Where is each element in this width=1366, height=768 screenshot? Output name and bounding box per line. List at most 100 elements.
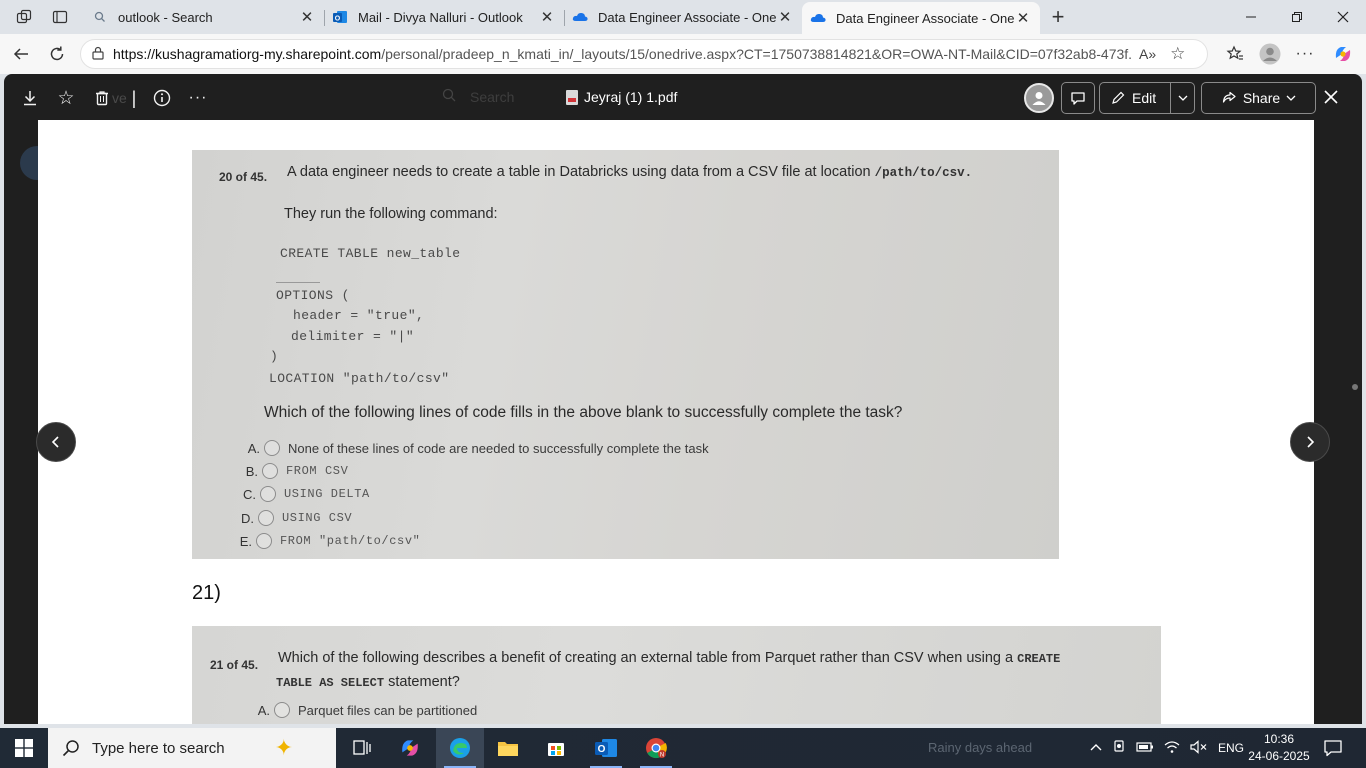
task-view-icon[interactable]: [338, 728, 386, 768]
notifications-icon[interactable]: [1310, 728, 1356, 768]
question-text: Which of the following describes a benef…: [278, 650, 1060, 666]
pencil-icon: [1112, 91, 1125, 104]
file-explorer-icon[interactable]: [484, 728, 532, 768]
question-text: A data engineer needs to create a table …: [287, 164, 972, 180]
close-icon[interactable]: ✕: [1014, 9, 1032, 27]
meet-now-icon[interactable]: [1112, 739, 1126, 757]
scroll-indicator[interactable]: [1352, 384, 1358, 390]
viewer-search[interactable]: Search: [442, 88, 514, 105]
close-icon[interactable]: ✕: [538, 8, 556, 26]
url-text[interactable]: https://kushagramatiorg-my.sharepoint.co…: [113, 46, 1133, 62]
tab-outlook-search[interactable]: outlook - Search ✕: [84, 2, 325, 32]
more-menu-icon[interactable]: ···: [1290, 40, 1320, 68]
tab-title: outlook - Search: [118, 9, 213, 25]
minimize-button[interactable]: [1228, 0, 1274, 34]
question-prompt: Which of the following lines of code fil…: [264, 404, 903, 421]
code-line: delimiter = "|": [291, 329, 415, 344]
separator: |: [131, 87, 137, 108]
lock-icon[interactable]: [91, 46, 105, 63]
radio-button[interactable]: [256, 533, 272, 549]
pdf-file-icon: [566, 89, 578, 105]
close-viewer-icon[interactable]: [1319, 85, 1343, 109]
language-indicator[interactable]: ENG: [1218, 741, 1244, 755]
system-tray: ENG: [1090, 728, 1244, 768]
taskbar-search[interactable]: Type here to search ✦: [48, 728, 336, 768]
tab-onedrive-2[interactable]: Data Engineer Associate - OneDri ✕: [802, 2, 1040, 34]
answer-option-e[interactable]: E. FROM "path/to/csv": [230, 533, 420, 549]
edge-taskbar-icon[interactable]: [436, 728, 484, 768]
weather-widget[interactable]: Rainy days ahead: [928, 740, 1032, 755]
question-stem: A data engineer needs to create a table …: [287, 164, 871, 180]
radio-button[interactable]: [258, 510, 274, 526]
battery-icon[interactable]: [1136, 741, 1154, 756]
question-number: 20 of 45.: [219, 170, 268, 184]
read-aloud-icon[interactable]: A»: [1139, 46, 1156, 62]
close-window-button[interactable]: [1320, 0, 1366, 34]
restore-button[interactable]: [1274, 0, 1320, 34]
radio-button[interactable]: [274, 702, 290, 718]
edit-button[interactable]: Edit: [1099, 82, 1195, 114]
address-bar[interactable]: https://kushagramatiorg-my.sharepoint.co…: [80, 39, 1208, 69]
info-icon[interactable]: [150, 86, 174, 110]
new-tab-button[interactable]: +: [1044, 4, 1072, 30]
section-heading: 21): [192, 582, 221, 604]
answer-option-d[interactable]: D. USING CSV: [232, 510, 352, 526]
wifi-icon[interactable]: [1164, 740, 1180, 757]
option-text: FROM CSV: [286, 464, 349, 478]
radio-button[interactable]: [264, 440, 280, 456]
share-icon: [1222, 91, 1236, 103]
chevron-down-icon[interactable]: [1178, 91, 1188, 108]
refresh-button[interactable]: [42, 40, 72, 68]
search-placeholder: Search: [470, 88, 515, 105]
chrome-taskbar-icon[interactable]: N: [632, 728, 680, 768]
option-text: USING DELTA: [284, 487, 370, 501]
clock[interactable]: 10:36 24-06-2025: [1244, 731, 1314, 765]
more-actions-icon[interactable]: ···: [186, 86, 210, 110]
tab-outlook-mail[interactable]: O Mail - Divya Nalluri - Outlook ✕: [324, 2, 565, 32]
tab-actions-icon[interactable]: [46, 4, 74, 30]
tab-title: Data Engineer Associate - OneDri: [836, 10, 1014, 26]
outlook-taskbar-icon[interactable]: O: [582, 728, 630, 768]
radio-button[interactable]: [260, 486, 276, 502]
workspaces-icon[interactable]: [10, 4, 38, 30]
option-text: Parquet files can be partitioned: [298, 702, 478, 718]
onedrive-icon: [572, 9, 588, 25]
outlook-icon: O: [332, 9, 348, 25]
tab-onedrive-1[interactable]: Data Engineer Associate - OneDri ✕: [564, 2, 802, 32]
close-icon[interactable]: ✕: [298, 8, 316, 26]
copilot-icon[interactable]: [1328, 40, 1358, 68]
share-button[interactable]: Share: [1201, 82, 1316, 114]
question-code: TABLE AS SELECT: [276, 676, 385, 690]
answer-option-b[interactable]: B. FROM CSV: [236, 463, 348, 479]
option-letter: D.: [241, 510, 254, 526]
user-avatar[interactable]: [1024, 83, 1054, 113]
url-path: /personal/pradeep_n_kmati_in/_layouts/15…: [381, 46, 1133, 62]
volume-muted-icon[interactable]: [1190, 739, 1208, 757]
download-icon[interactable]: [18, 86, 42, 110]
store-icon[interactable]: [532, 728, 580, 768]
close-icon[interactable]: ✕: [776, 8, 794, 26]
favorites-icon[interactable]: [1220, 40, 1250, 68]
profile-avatar[interactable]: [1255, 40, 1285, 68]
chevron-down-icon: [1286, 95, 1296, 101]
question-code: CREATE: [1017, 652, 1061, 666]
answer-option-a[interactable]: A. Parquet files can be partitioned: [248, 702, 477, 718]
tab-title: Mail - Divya Nalluri - Outlook: [358, 9, 523, 25]
option-letter: A.: [247, 440, 260, 456]
copilot-taskbar-icon[interactable]: [386, 728, 434, 768]
tab-strip: outlook - Search ✕ O Mail - Divya Nallur…: [0, 0, 1366, 34]
previous-page-button[interactable]: [36, 422, 76, 462]
answer-option-a[interactable]: A. None of these lines of code are neede…: [238, 440, 709, 456]
favorite-icon[interactable]: ☆: [54, 86, 78, 110]
radio-button[interactable]: [262, 463, 278, 479]
answer-option-c[interactable]: C. USING DELTA: [234, 486, 370, 502]
delete-icon[interactable]: [90, 86, 114, 110]
chevron-up-icon[interactable]: [1090, 741, 1102, 755]
next-page-button[interactable]: [1290, 422, 1330, 462]
windows-start-button[interactable]: [0, 728, 48, 768]
comment-button[interactable]: [1061, 82, 1095, 114]
favorite-star-icon[interactable]: ☆: [1170, 44, 1185, 64]
code-line: ): [270, 349, 279, 364]
clock-date: 24-06-2025: [1248, 749, 1310, 763]
back-button[interactable]: [6, 40, 36, 68]
